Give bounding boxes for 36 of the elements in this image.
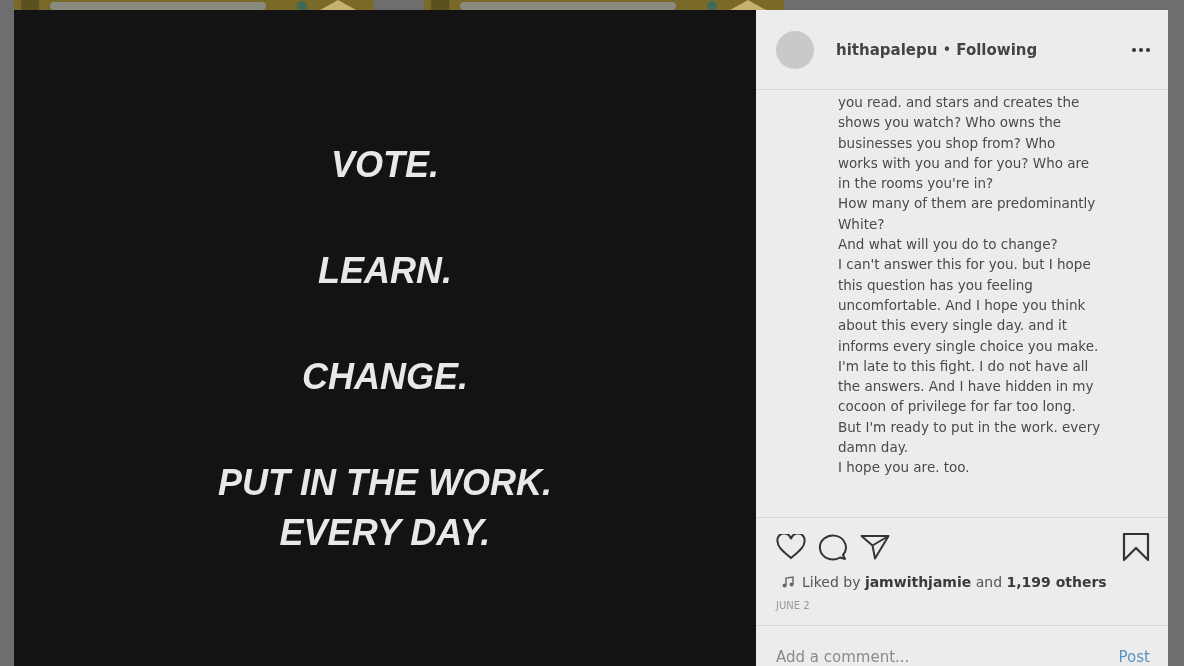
- caption-text: you read. and stars and creates the: [838, 93, 1081, 112]
- likes-text: Liked by jamwithjamie and 1,199 others: [802, 574, 1107, 590]
- caption-text: about this every single day. and it: [838, 316, 1069, 336]
- music-note-icon: [782, 576, 794, 588]
- caption-text: But I'm ready to put in the work. every: [838, 417, 1102, 437]
- caption-text: White?: [838, 214, 886, 234]
- bookmark-icon[interactable]: [1122, 532, 1150, 562]
- caption-text: uncomfortable. And I hope you think: [838, 295, 1087, 315]
- caption-text: works with you and for you? Who are: [838, 153, 1091, 173]
- slogan-text: VOTE.: [331, 143, 439, 187]
- caption-text: businesses you shop from? Who: [838, 133, 1057, 153]
- separator-dot: •: [942, 40, 952, 59]
- comment-field[interactable]: Add a comment...: [776, 648, 1119, 666]
- caption-text: in the rooms you're in?: [838, 174, 995, 194]
- share-icon[interactable]: [860, 534, 890, 560]
- heart-icon[interactable]: [776, 534, 806, 560]
- comment-icon[interactable]: [818, 533, 848, 561]
- caption-text: I can't answer this for you. but I hope: [838, 255, 1092, 275]
- more-options-icon[interactable]: [1132, 47, 1150, 52]
- post-date: JUNE 2: [774, 599, 811, 611]
- caption-text: damn day.: [838, 438, 910, 458]
- caption-text: the answers. And I have hidden in my: [838, 377, 1095, 397]
- following-status[interactable]: Following: [956, 40, 1038, 59]
- caption-text: shows you watch? Who owns the: [838, 113, 1063, 133]
- slogan-text: EVERY DAY.: [279, 511, 491, 555]
- slogan-text: PUT IN THE WORK.: [218, 461, 552, 505]
- username-link[interactable]: hithapalepu: [836, 40, 938, 59]
- slogan-text: LEARN.: [318, 249, 452, 293]
- caption-text: I hope you are. too.: [838, 458, 971, 478]
- caption-text: this question has you feeling: [838, 275, 1034, 295]
- caption-text: cocoon of privilege for far too long.: [838, 397, 1077, 417]
- slogan-text: CHANGE.: [302, 355, 468, 399]
- caption-text: How many of them are predominantly: [838, 194, 1097, 214]
- caption-text: And what will you do to change?: [838, 235, 1059, 255]
- caption-text: informs every single choice you make.: [838, 336, 1100, 356]
- caption-text: I'm late to this fight. I do not have all: [838, 356, 1090, 376]
